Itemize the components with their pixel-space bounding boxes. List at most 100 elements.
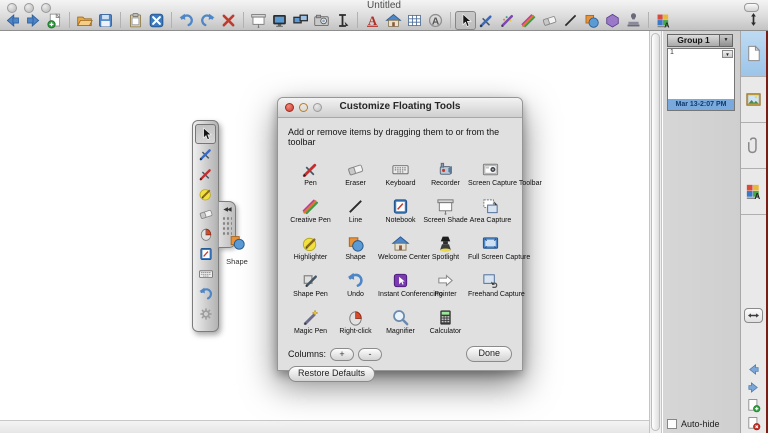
keyboard-icon[interactable] bbox=[195, 264, 216, 284]
stamp-icon[interactable] bbox=[623, 11, 644, 30]
delete-icon[interactable] bbox=[218, 11, 239, 30]
eraser-icon[interactable] bbox=[539, 11, 560, 30]
tool-label: Pointer bbox=[423, 291, 468, 298]
crayon-pen-icon bbox=[301, 197, 320, 216]
tool-magic-pen[interactable]: Magic Pen bbox=[288, 308, 333, 337]
tab-properties[interactable]: A bbox=[741, 169, 766, 215]
tool-instant-conferencing[interactable]: Instant Conferencing bbox=[378, 271, 423, 300]
dual-display-icon[interactable] bbox=[290, 11, 311, 30]
line-icon[interactable] bbox=[560, 11, 581, 30]
columns-increase-button[interactable]: + bbox=[330, 348, 354, 361]
tool-keyboard[interactable]: Keyboard bbox=[378, 160, 423, 189]
table-icon[interactable] bbox=[404, 11, 425, 30]
tab-gallery-picture[interactable] bbox=[741, 77, 766, 123]
regular-polygon-icon[interactable] bbox=[602, 11, 623, 30]
screen-capture-icon[interactable] bbox=[311, 11, 332, 30]
properties-icon[interactable]: A bbox=[653, 11, 674, 30]
tool-line[interactable]: Line bbox=[333, 197, 378, 226]
tool-undo[interactable]: Undo bbox=[333, 271, 378, 300]
columns-decrease-button[interactable]: - bbox=[358, 348, 382, 361]
toolbar-separator bbox=[243, 12, 244, 28]
tool-right-click[interactable]: Right-click bbox=[333, 308, 378, 337]
right-click-icon[interactable] bbox=[195, 224, 216, 244]
tab-page-sorter[interactable] bbox=[741, 31, 766, 77]
autohide-checkbox[interactable] bbox=[667, 419, 677, 429]
transparent-background-icon[interactable] bbox=[332, 11, 353, 30]
notebook-icon[interactable] bbox=[195, 244, 216, 264]
vertical-resize-icon[interactable] bbox=[746, 12, 761, 28]
tool-magnifier[interactable]: Magnifier bbox=[378, 308, 423, 337]
tool-highlighter[interactable]: Highlighter bbox=[288, 234, 333, 263]
done-button[interactable]: Done bbox=[466, 346, 512, 362]
pen-red-icon bbox=[301, 160, 320, 179]
gallery-icon[interactable] bbox=[383, 11, 404, 30]
horizontal-scrollbar[interactable] bbox=[0, 420, 649, 433]
page-menu-button[interactable]: ▼ bbox=[722, 50, 733, 58]
tool-area-capture[interactable]: Area Capture bbox=[468, 197, 513, 226]
pen-blue-icon[interactable] bbox=[195, 144, 216, 164]
previous-page-blue-icon[interactable] bbox=[745, 361, 762, 378]
page-number: 1 bbox=[670, 49, 674, 56]
collapse-panel-button[interactable] bbox=[744, 308, 763, 323]
tool-pen[interactable]: Pen bbox=[288, 160, 333, 189]
full-screen-icon[interactable] bbox=[269, 11, 290, 30]
group-dropdown[interactable]: Group 1 ▼ bbox=[667, 34, 733, 47]
tool-shape[interactable]: Shape bbox=[333, 234, 378, 263]
page-navigation bbox=[741, 361, 766, 432]
tool-screen-shade[interactable]: Screen Shade bbox=[423, 197, 468, 226]
delete-page-small-icon[interactable] bbox=[745, 415, 762, 432]
redo-icon[interactable] bbox=[197, 11, 218, 30]
next-page-blue-icon[interactable] bbox=[745, 379, 762, 396]
measurement-tools-icon[interactable]: A bbox=[425, 11, 446, 30]
tool-spotlight[interactable]: Spotlight bbox=[423, 234, 468, 263]
tool-screen-capture-toolbar[interactable]: Screen Capture Toolbar bbox=[468, 160, 513, 189]
add-page-icon[interactable] bbox=[44, 11, 65, 30]
open-folder-icon[interactable] bbox=[74, 11, 95, 30]
tool-full-screen-capture[interactable]: Full Screen Capture bbox=[468, 234, 513, 263]
undo-icon[interactable] bbox=[176, 11, 197, 30]
tool-pointer[interactable]: Pointer bbox=[423, 271, 468, 300]
dialog-titlebar[interactable]: Customize Floating Tools bbox=[278, 98, 522, 118]
tool-shape-pen[interactable]: Shape Pen bbox=[288, 271, 333, 300]
tool-label: Notebook bbox=[378, 217, 423, 224]
shapes-icon[interactable] bbox=[581, 11, 602, 30]
highlighter-icon[interactable] bbox=[195, 184, 216, 204]
tool-calculator[interactable]: Calculator bbox=[423, 308, 468, 337]
add-page-small-icon[interactable] bbox=[745, 397, 762, 414]
text-icon[interactable]: A bbox=[362, 11, 383, 30]
tool-eraser[interactable]: Eraser bbox=[333, 160, 378, 189]
select-icon[interactable] bbox=[455, 11, 476, 30]
save-icon[interactable] bbox=[95, 11, 116, 30]
screen-shade-icon[interactable] bbox=[248, 11, 269, 30]
tool-creative-pen[interactable]: Creative Pen bbox=[288, 197, 333, 226]
select-icon[interactable] bbox=[195, 124, 216, 144]
crayon-pen-icon[interactable] bbox=[518, 11, 539, 30]
svg-text:A: A bbox=[432, 16, 440, 27]
undo-icon[interactable] bbox=[195, 284, 216, 304]
paste-icon[interactable] bbox=[125, 11, 146, 30]
settings-icon[interactable] bbox=[195, 304, 216, 324]
tool-notebook[interactable]: Notebook bbox=[378, 197, 423, 226]
restore-defaults-button[interactable]: Restore Defaults bbox=[288, 366, 375, 382]
dragged-shape-tool[interactable]: Shape bbox=[221, 233, 253, 266]
previous-page-icon[interactable] bbox=[2, 11, 23, 30]
tool-recorder[interactable]: Recorder bbox=[423, 160, 468, 189]
tool-label: Screen Capture Toolbar bbox=[468, 180, 513, 187]
creative-pen-icon[interactable] bbox=[497, 11, 518, 30]
next-page-icon[interactable] bbox=[23, 11, 44, 30]
pen-red-icon[interactable] bbox=[195, 164, 216, 184]
spotlight-icon bbox=[436, 234, 455, 253]
tab-attachments-paperclip[interactable] bbox=[741, 123, 766, 169]
pen-icon[interactable] bbox=[476, 11, 497, 30]
dialog-minimize-button[interactable] bbox=[299, 103, 308, 112]
toolbar-toggle-pill[interactable] bbox=[744, 3, 759, 12]
tool-welcome-center[interactable]: Welcome Center bbox=[378, 234, 423, 263]
tool-freehand-capture[interactable]: Freehand Capture bbox=[468, 271, 513, 300]
autohide-control[interactable]: Auto-hide bbox=[667, 419, 720, 429]
smart-tools-icon[interactable] bbox=[146, 11, 167, 30]
vertical-scrollbar[interactable] bbox=[649, 31, 662, 433]
eraser-icon[interactable] bbox=[195, 204, 216, 224]
dialog-close-button[interactable] bbox=[285, 103, 294, 112]
page-thumbnail[interactable]: 1 ▼ Mar 13-2:07 PM bbox=[667, 48, 735, 111]
scrollbar-thumb[interactable] bbox=[651, 33, 660, 431]
